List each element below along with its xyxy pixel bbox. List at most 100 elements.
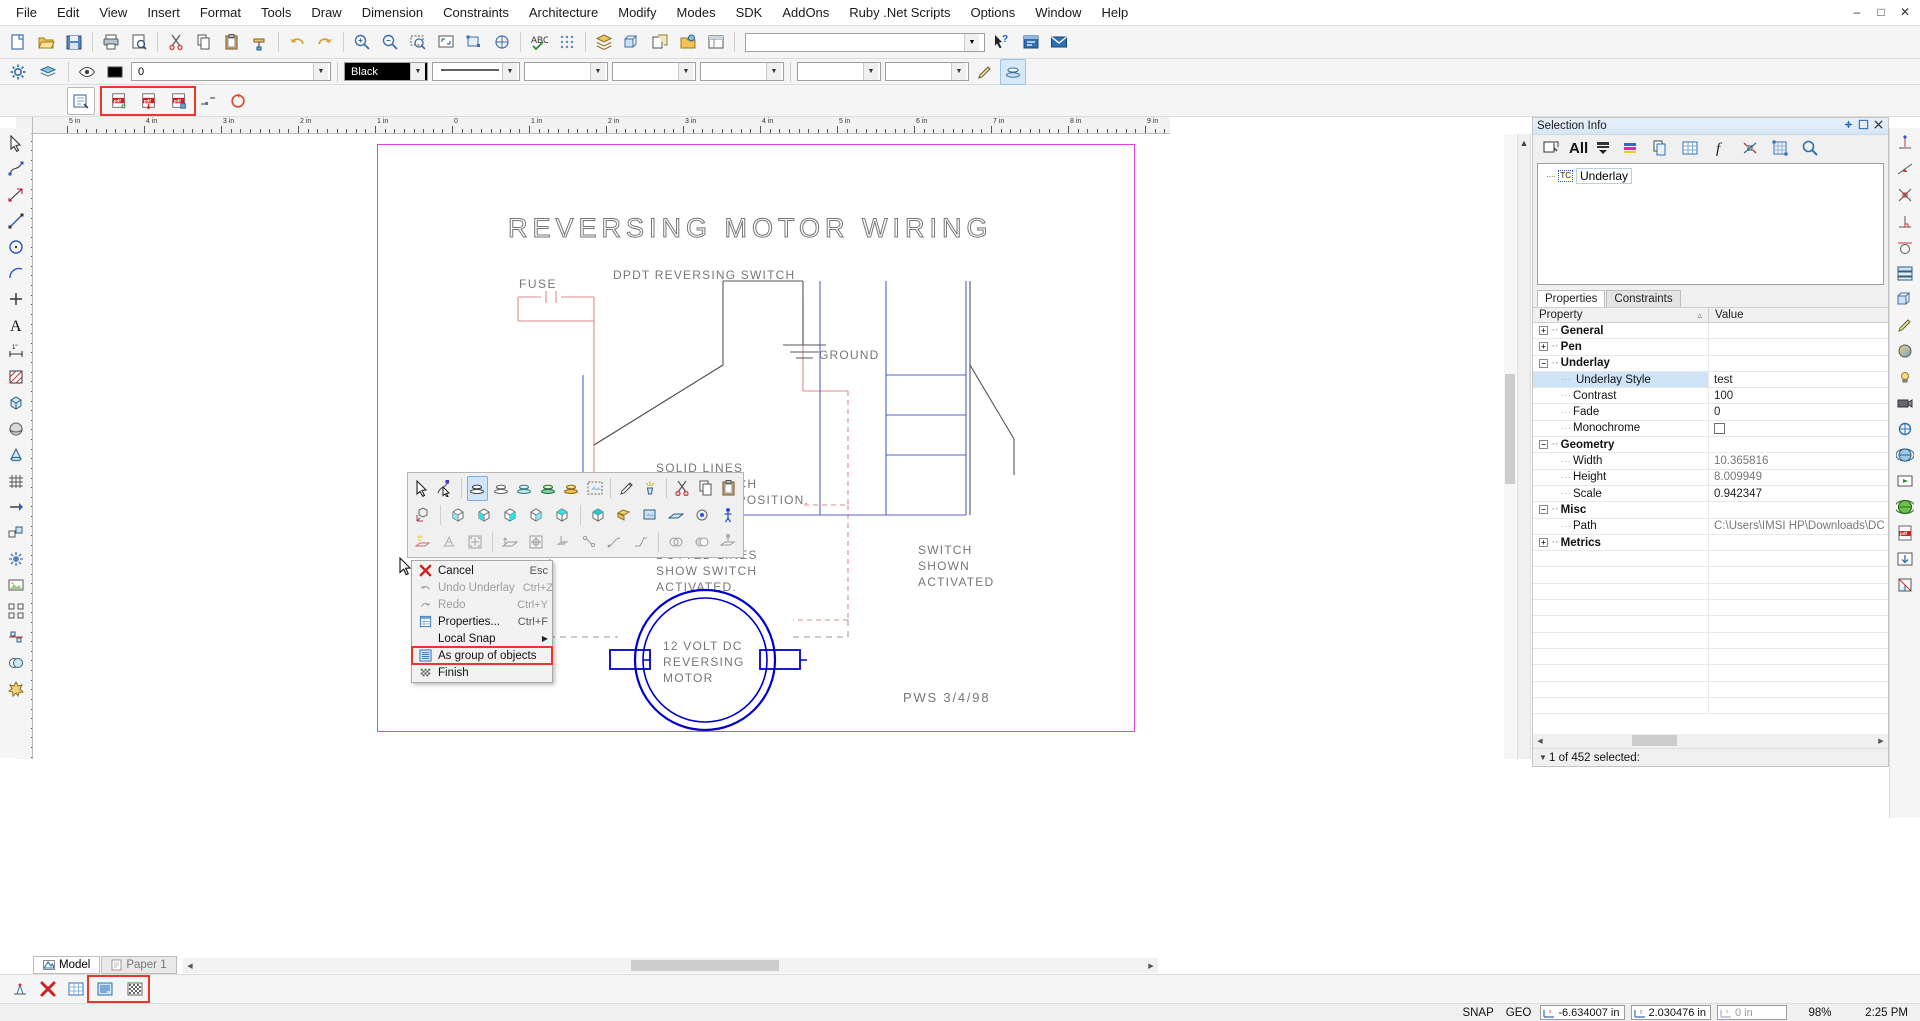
snap-tool-icon[interactable]	[1892, 130, 1919, 156]
modify-icon[interactable]	[2, 494, 29, 520]
layer-combo[interactable]: 0 ▼	[131, 62, 331, 81]
xref-icon[interactable]	[647, 29, 673, 55]
gear-icon[interactable]	[5, 59, 31, 85]
dimension-tool-icon[interactable]: 1"	[2, 338, 29, 364]
canvas-vertical-scrollbar[interactable]	[1504, 134, 1516, 759]
light-icon[interactable]	[639, 476, 660, 501]
property-value[interactable]	[1708, 323, 1888, 339]
workplane-icon[interactable]	[498, 529, 522, 554]
save-icon[interactable]	[61, 29, 87, 55]
redo-icon[interactable]	[312, 29, 338, 55]
view-iso-icon[interactable]	[446, 503, 470, 528]
scrollbar-thumb[interactable]	[1505, 374, 1515, 484]
layers-icon[interactable]	[591, 29, 617, 55]
zoom-selection-icon[interactable]	[461, 29, 487, 55]
chevron-down-icon[interactable]: ▼	[766, 63, 781, 80]
view-left-icon[interactable]	[498, 503, 522, 528]
loft-icon[interactable]	[629, 529, 653, 554]
cut-icon[interactable]	[163, 29, 189, 55]
property-row[interactable]: ··· Contrast 100	[1533, 388, 1888, 405]
align-icon[interactable]	[2, 624, 29, 650]
grid-prop-icon[interactable]	[1767, 135, 1793, 161]
zoom-window-icon[interactable]	[405, 29, 431, 55]
line-tool-icon[interactable]	[2, 208, 29, 234]
scroll-right-icon[interactable]: ▶	[1144, 958, 1158, 973]
maximize-panel-icon[interactable]	[1858, 119, 1869, 133]
property-value[interactable]	[1708, 502, 1888, 518]
context-menu-item-properties[interactable]: Properties... Ctrl+F	[412, 613, 552, 630]
mail-icon[interactable]	[1046, 29, 1072, 55]
close-panel-icon[interactable]	[1873, 119, 1884, 133]
globe-icon[interactable]	[1892, 494, 1919, 520]
pdf-insert-icon[interactable]: pdf	[105, 87, 133, 115]
menu-item-constraints[interactable]: Constraints	[433, 1, 519, 24]
sphere-icon[interactable]	[2, 416, 29, 442]
view-top-icon[interactable]	[585, 503, 609, 528]
property-row[interactable]: ···Path C:\Users\IMSI HP\Downloads\DC REV…	[1533, 518, 1888, 535]
transform-icon[interactable]	[2, 520, 29, 546]
camera-icon[interactable]	[690, 503, 714, 528]
solid-intersect-icon[interactable]	[716, 529, 740, 554]
select-underlay-icon[interactable]	[67, 86, 95, 115]
explode-icon[interactable]	[2, 676, 29, 702]
pan-icon[interactable]	[489, 29, 515, 55]
environment-icon[interactable]	[1892, 442, 1919, 468]
snap-settings-icon[interactable]	[7, 976, 33, 1002]
sheet-tab-model[interactable]: Model	[33, 956, 101, 974]
dropdown-arrow-icon[interactable]	[1593, 135, 1613, 161]
menu-item-ruby-net-scripts[interactable]: Ruby .Net Scripts	[839, 1, 960, 24]
circle-tool-icon[interactable]	[2, 234, 29, 260]
function-icon[interactable]: f	[1707, 135, 1733, 161]
copy-prop-icon[interactable]	[1647, 135, 1673, 161]
property-value[interactable]	[1708, 339, 1888, 355]
property-value[interactable]: C:\Users\IMSI HP\Downloads\DC REVERS	[1708, 518, 1888, 534]
property-row[interactable]: − ·· Underlay	[1533, 355, 1888, 372]
minimize-icon[interactable]: –	[1846, 2, 1868, 22]
select-filter-icon[interactable]	[1538, 135, 1564, 161]
array-icon[interactable]	[2, 598, 29, 624]
menu-item-insert[interactable]: Insert	[137, 1, 190, 24]
close-icon[interactable]: ✕	[1894, 2, 1916, 22]
render-draft-icon[interactable]	[466, 475, 489, 501]
measure-icon[interactable]	[2, 182, 29, 208]
cross-section-icon[interactable]	[1892, 572, 1919, 598]
view-bottom-icon[interactable]	[612, 503, 636, 528]
hatch-combo[interactable]: ▼	[700, 62, 784, 81]
select-tool-icon[interactable]	[2, 130, 29, 156]
view-back-icon[interactable]	[550, 503, 574, 528]
copy-icon[interactable]	[695, 476, 716, 501]
menu-item-modify[interactable]: Modify	[608, 1, 666, 24]
property-value[interactable]: 0.942347	[1708, 485, 1888, 502]
select-arrow-icon[interactable]	[411, 476, 432, 501]
search-icon[interactable]	[1797, 135, 1823, 161]
render-region-icon[interactable]	[584, 476, 605, 501]
snap-intersection-icon[interactable]	[1892, 182, 1919, 208]
print-icon[interactable]	[98, 29, 124, 55]
property-value[interactable]: 10.365816	[1708, 453, 1888, 469]
scroll-right-icon[interactable]: ▶	[1874, 734, 1888, 748]
property-row[interactable]: + ·· General	[1533, 323, 1888, 340]
layer-manager-icon[interactable]	[1892, 260, 1919, 286]
text-style-combo[interactable]: ▼	[797, 62, 881, 81]
chevron-down-icon[interactable]: ▼	[313, 63, 328, 80]
context-menu-item-as-group-of-objects[interactable]: As group of objects	[412, 647, 552, 664]
format-painter-icon[interactable]	[247, 29, 273, 55]
search-input[interactable]: ▼	[745, 32, 985, 52]
node-edit-icon[interactable]	[2, 156, 29, 182]
constraints-icon[interactable]	[1737, 135, 1763, 161]
search-field[interactable]	[746, 33, 964, 51]
status-expand-icon[interactable]: ▼	[1537, 753, 1549, 762]
menu-item-draw[interactable]: Draw	[301, 1, 351, 24]
revolve-icon[interactable]	[577, 529, 601, 554]
arc-tool-icon[interactable]	[2, 260, 29, 286]
context-menu-item-cancel[interactable]: Cancel Esc	[412, 562, 552, 579]
scroll-left-icon[interactable]: ◀	[1533, 734, 1547, 748]
snap-perpendicular-icon[interactable]	[1892, 208, 1919, 234]
lights-icon[interactable]	[1892, 364, 1919, 390]
collapse-icon[interactable]: −	[1539, 440, 1548, 450]
delete-red-x-icon[interactable]	[35, 976, 61, 1002]
pdf-export-icon[interactable]: pdf	[135, 87, 163, 115]
tab-properties[interactable]: Properties	[1537, 290, 1606, 307]
property-value[interactable]	[1708, 355, 1888, 371]
context-menu-item-finish[interactable]: Finish	[412, 664, 552, 681]
